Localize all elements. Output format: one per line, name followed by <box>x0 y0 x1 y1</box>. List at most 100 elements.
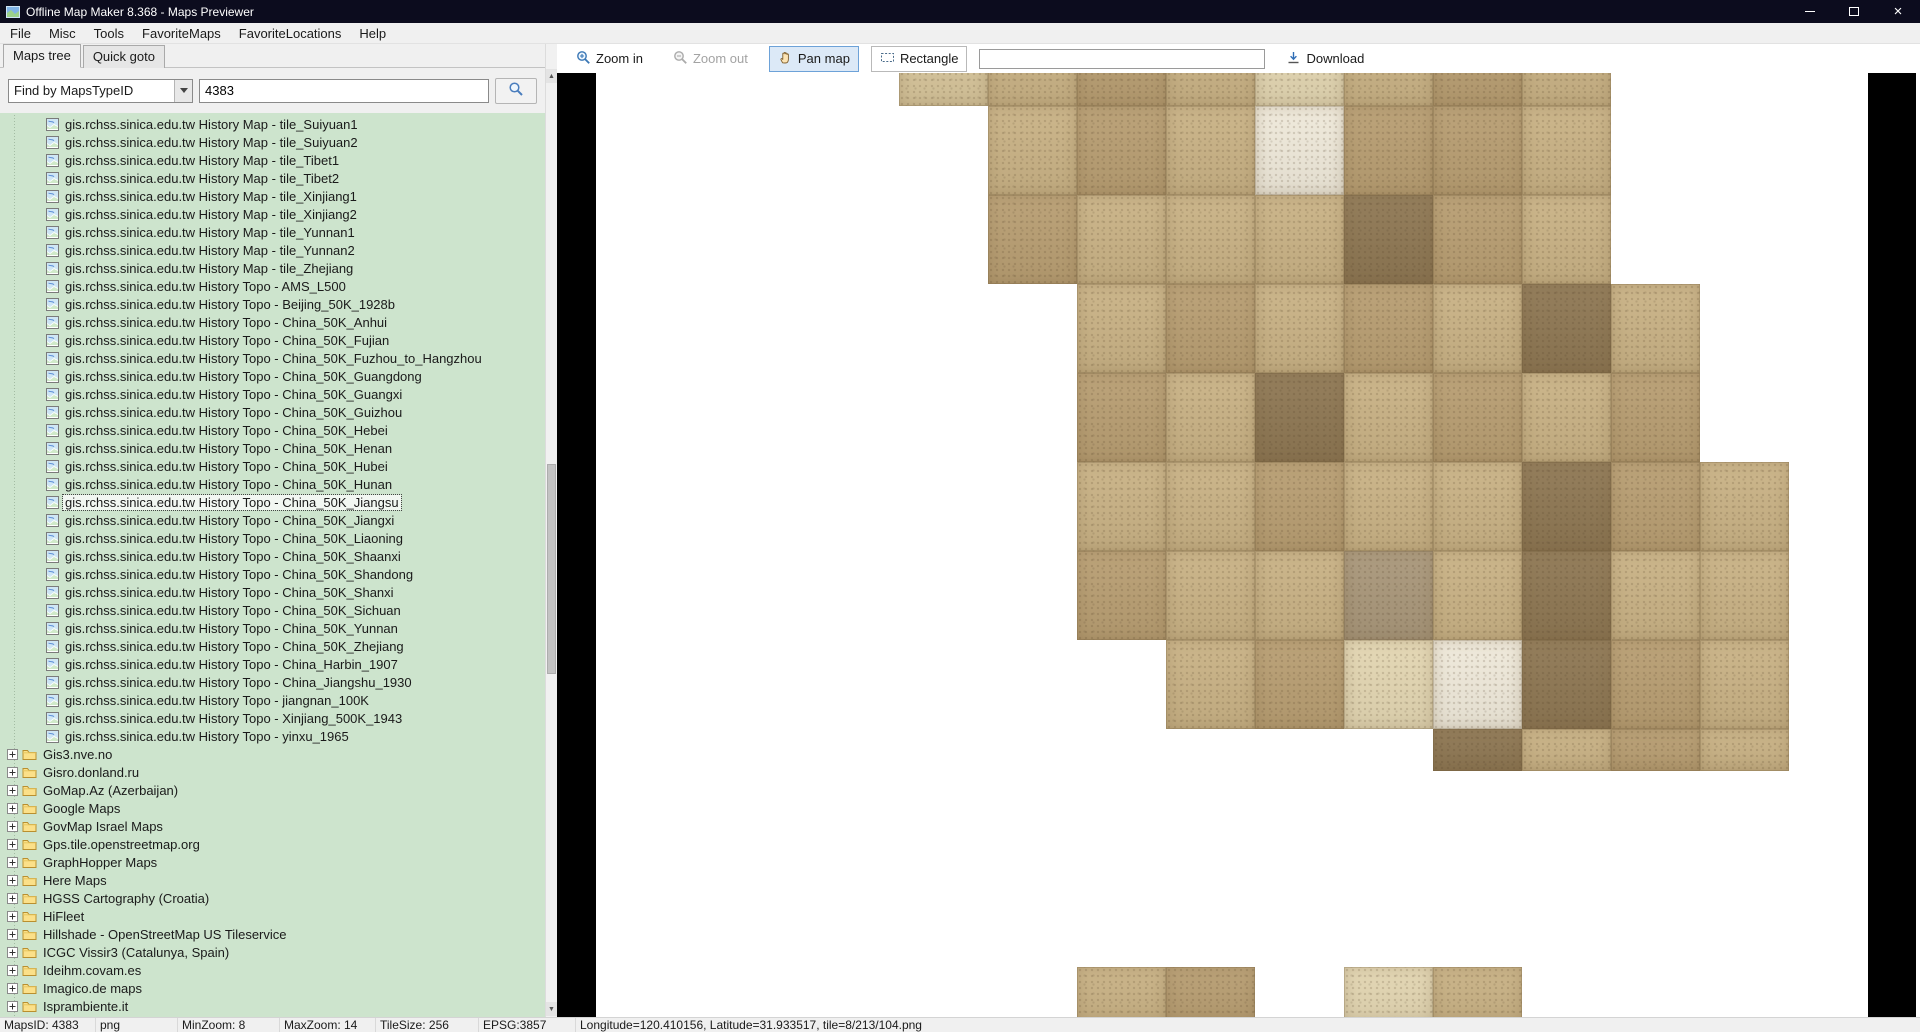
menu-favoritemaps[interactable]: FavoriteMaps <box>133 23 230 43</box>
dropdown-arrow-icon[interactable] <box>174 80 192 102</box>
maximize-button[interactable] <box>1832 0 1876 23</box>
tree-item-folder[interactable]: Here Maps <box>0 871 545 889</box>
tree-item-map[interactable]: gis.rchss.sinica.edu.tw History Map - ti… <box>0 151 545 169</box>
plus-expander-icon[interactable] <box>7 821 18 832</box>
plus-expander-icon[interactable] <box>7 965 18 976</box>
tab-maps-tree[interactable]: Maps tree <box>3 44 81 68</box>
tree-item-folder[interactable]: GraphHopper Maps <box>0 853 545 871</box>
menu-tools[interactable]: Tools <box>85 23 133 43</box>
zoom-out-button[interactable]: Zoom out <box>664 46 757 72</box>
tree-item-folder[interactable]: HGSS Cartography (Croatia) <box>0 889 545 907</box>
tree-item-map[interactable]: gis.rchss.sinica.edu.tw History Map - ti… <box>0 187 545 205</box>
menu-misc[interactable]: Misc <box>40 23 85 43</box>
plus-expander-icon[interactable] <box>7 839 18 850</box>
search-button[interactable] <box>495 78 537 104</box>
tree-item-map[interactable]: gis.rchss.sinica.edu.tw History Map - ti… <box>0 241 545 259</box>
tree-item-map[interactable]: gis.rchss.sinica.edu.tw History Topo - X… <box>0 709 545 727</box>
tree-item-folder[interactable]: Gps.tile.openstreetmap.org <box>0 835 545 853</box>
plus-expander-icon[interactable] <box>7 893 18 904</box>
download-button[interactable]: Download <box>1277 46 1373 72</box>
tree-item-map[interactable]: gis.rchss.sinica.edu.tw History Map - ti… <box>0 205 545 223</box>
tree-item-label: gis.rchss.sinica.edu.tw History Topo - B… <box>63 297 397 312</box>
map-icon <box>46 280 59 293</box>
tree-item-map[interactable]: gis.rchss.sinica.edu.tw History Topo - C… <box>0 583 545 601</box>
pan-map-button[interactable]: Pan map <box>769 46 859 72</box>
menu-favoritelocations[interactable]: FavoriteLocations <box>230 23 351 43</box>
tree-item-map[interactable]: gis.rchss.sinica.edu.tw History Topo - C… <box>0 619 545 637</box>
tree-item-map[interactable]: gis.rchss.sinica.edu.tw History Topo - C… <box>0 313 545 331</box>
plus-expander-icon[interactable] <box>7 911 18 922</box>
tree-item-map[interactable]: gis.rchss.sinica.edu.tw History Topo - C… <box>0 349 545 367</box>
map-tile <box>1166 195 1255 284</box>
tree-item-folder[interactable]: ICGC Vissir3 (Catalunya, Spain) <box>0 943 545 961</box>
plus-expander-icon[interactable] <box>7 785 18 796</box>
tree-item-folder[interactable]: Google Maps <box>0 799 545 817</box>
tree-item-map[interactable]: gis.rchss.sinica.edu.tw History Map - ti… <box>0 169 545 187</box>
menu-file[interactable]: File <box>0 23 40 43</box>
tree-item-map[interactable]: gis.rchss.sinica.edu.tw History Topo - C… <box>0 655 545 673</box>
plus-expander-icon[interactable] <box>7 857 18 868</box>
plus-expander-icon[interactable] <box>7 803 18 814</box>
minimize-button[interactable] <box>1788 0 1832 23</box>
tree-item-folder[interactable]: Hillshade - OpenStreetMap US Tileservice <box>0 925 545 943</box>
tree-item-folder[interactable]: Gis3.nve.no <box>0 745 545 763</box>
plus-expander-icon[interactable] <box>7 875 18 886</box>
tree-item-map[interactable]: gis.rchss.sinica.edu.tw History Topo - C… <box>0 511 545 529</box>
map-tile <box>1255 373 1344 462</box>
tree-item-map[interactable]: gis.rchss.sinica.edu.tw History Topo - j… <box>0 691 545 709</box>
plus-expander-icon[interactable] <box>7 983 18 994</box>
tree-item-map[interactable]: gis.rchss.sinica.edu.tw History Topo - C… <box>0 565 545 583</box>
tree-item-map[interactable]: gis.rchss.sinica.edu.tw History Topo - C… <box>0 673 545 691</box>
map-viewport[interactable] <box>557 73 1920 1017</box>
tree-item-folder[interactable]: HiFleet <box>0 907 545 925</box>
tree-item-map[interactable]: gis.rchss.sinica.edu.tw History Map - ti… <box>0 133 545 151</box>
tree-item-map[interactable]: gis.rchss.sinica.edu.tw History Map - ti… <box>0 259 545 277</box>
tree-scrollbar[interactable]: ▲ ▼ <box>545 44 557 1017</box>
tree-item-map[interactable]: gis.rchss.sinica.edu.tw History Topo - C… <box>0 529 545 547</box>
plus-expander-icon[interactable] <box>7 947 18 958</box>
tree-item-map[interactable]: gis.rchss.sinica.edu.tw History Topo - C… <box>0 601 545 619</box>
tree-item-folder[interactable]: Imagico.de maps <box>0 979 545 997</box>
tree-item-folder[interactable]: Isprambiente.it <box>0 997 545 1015</box>
tree-item-map[interactable]: gis.rchss.sinica.edu.tw History Topo - C… <box>0 493 545 511</box>
close-button[interactable]: × <box>1876 0 1920 23</box>
status-maxzoom: MaxZoom: 14 <box>280 1018 376 1032</box>
find-input[interactable] <box>199 79 489 103</box>
tree-item-map[interactable]: gis.rchss.sinica.edu.tw History Topo - C… <box>0 457 545 475</box>
plus-expander-icon[interactable] <box>7 1001 18 1012</box>
tree-item-folder[interactable]: GovMap Israel Maps <box>0 817 545 835</box>
plus-expander-icon[interactable] <box>7 749 18 760</box>
tree-item-map[interactable]: gis.rchss.sinica.edu.tw History Topo - B… <box>0 295 545 313</box>
tree-item-map[interactable]: gis.rchss.sinica.edu.tw History Topo - C… <box>0 385 545 403</box>
tree-item-map[interactable]: gis.rchss.sinica.edu.tw History Topo - C… <box>0 439 545 457</box>
tab-quick-goto[interactable]: Quick goto <box>83 45 165 68</box>
tree-item-map[interactable]: gis.rchss.sinica.edu.tw History Topo - C… <box>0 637 545 655</box>
plus-expander-icon[interactable] <box>7 929 18 940</box>
find-by-dropdown[interactable]: Find by MapsTypeID <box>8 79 193 103</box>
scroll-up-arrow-icon[interactable]: ▲ <box>546 69 557 83</box>
tree-item-folder[interactable]: Gisro.donland.ru <box>0 763 545 781</box>
tree-item-map[interactable]: gis.rchss.sinica.edu.tw History Topo - A… <box>0 277 545 295</box>
tree-item-map[interactable]: gis.rchss.sinica.edu.tw History Map - ti… <box>0 115 545 133</box>
window-title: Offline Map Maker 8.368 - Maps Previewer <box>26 5 254 19</box>
tree-item-label: gis.rchss.sinica.edu.tw History Topo - C… <box>63 513 396 528</box>
map-tile <box>1255 551 1344 640</box>
zoom-in-button[interactable]: Zoom in <box>567 46 652 72</box>
scrollbar-thumb[interactable] <box>547 464 556 674</box>
tree-item-map[interactable]: gis.rchss.sinica.edu.tw History Topo - C… <box>0 547 545 565</box>
tree-item-map[interactable]: gis.rchss.sinica.edu.tw History Topo - C… <box>0 367 545 385</box>
tree-item-folder[interactable]: Ideihm.covam.es <box>0 961 545 979</box>
tree-item-map[interactable]: gis.rchss.sinica.edu.tw History Topo - C… <box>0 331 545 349</box>
tree-item-label: gis.rchss.sinica.edu.tw History Topo - C… <box>63 621 400 636</box>
rectangle-button[interactable]: Rectangle <box>871 46 968 72</box>
tree-item-map[interactable]: gis.rchss.sinica.edu.tw History Topo - C… <box>0 421 545 439</box>
tree-item-map[interactable]: gis.rchss.sinica.edu.tw History Map - ti… <box>0 223 545 241</box>
tree-item-map[interactable]: gis.rchss.sinica.edu.tw History Topo - C… <box>0 475 545 493</box>
plus-expander-icon[interactable] <box>7 767 18 778</box>
tree-item-map[interactable]: gis.rchss.sinica.edu.tw History Topo - C… <box>0 403 545 421</box>
toolbar-input[interactable] <box>979 49 1265 69</box>
tree-item-folder[interactable]: GoMap.Az (Azerbaijan) <box>0 781 545 799</box>
tree-item-map[interactable]: gis.rchss.sinica.edu.tw History Topo - y… <box>0 727 545 745</box>
menu-help[interactable]: Help <box>350 23 395 43</box>
scroll-down-arrow-icon[interactable]: ▼ <box>546 1002 557 1016</box>
